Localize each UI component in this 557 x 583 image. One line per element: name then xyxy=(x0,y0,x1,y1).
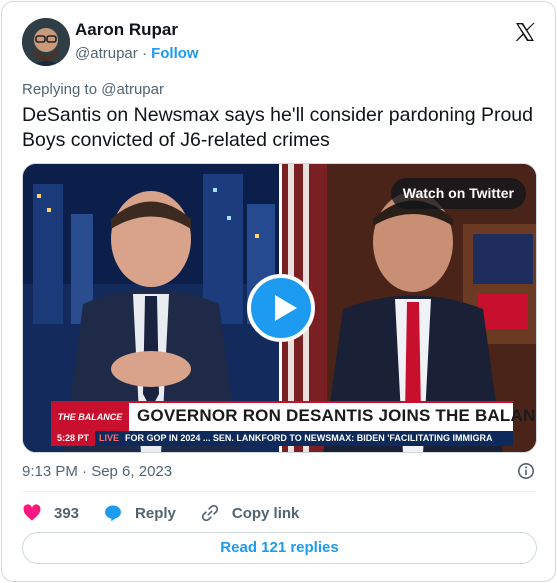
chyron-logo: THE BALANCE xyxy=(51,401,129,434)
ticker-live: LIVE xyxy=(99,433,120,443)
chyron-headline: GOVERNOR RON DESANTIS JOINS THE BALANCE xyxy=(137,406,537,425)
news-chyron: THE BALANCE GOVERNOR RON DESANTIS JOINS … xyxy=(51,401,536,434)
ticker-time: 5:28 PT xyxy=(51,431,96,446)
author-handle-row: @atrupar · Follow xyxy=(75,45,199,62)
reply-bubble-icon xyxy=(105,505,121,522)
reply-label: Reply xyxy=(135,504,176,522)
tweet-text: DeSantis on Newsmax says he'll consider … xyxy=(22,104,533,151)
tweet-timestamp[interactable]: 9:13 PM · Sep 6, 2023 xyxy=(22,463,172,480)
info-icon[interactable] xyxy=(517,462,535,480)
heart-icon xyxy=(23,504,41,521)
news-ticker: 5:28 PT LIVE FOR GOP IN 2024 ... SEN. LANK… xyxy=(51,431,513,446)
reply-button[interactable]: Reply xyxy=(103,503,176,523)
author-handle[interactable]: @atrupar xyxy=(75,45,138,62)
video-player[interactable]: Watch on Twitter THE BALANCE GOVERNOR RO… xyxy=(22,163,537,453)
read-replies-button[interactable]: Read 121 replies xyxy=(22,532,537,564)
copy-link-label: Copy link xyxy=(231,504,300,522)
author-name[interactable]: Aaron Rupar xyxy=(75,20,178,40)
like-count: 393 xyxy=(54,504,80,522)
x-logo-icon[interactable] xyxy=(513,20,537,44)
follow-button[interactable]: Follow xyxy=(151,45,199,62)
link-icon xyxy=(201,504,218,522)
copy-link-button[interactable]: Copy link xyxy=(200,503,300,523)
separator-dot: · xyxy=(141,45,152,62)
tweet-card: Aaron Rupar @atrupar · Follow Replying t… xyxy=(1,1,556,582)
replying-to[interactable]: Replying to @atrupar xyxy=(22,81,164,98)
play-icon xyxy=(275,295,297,321)
ticker-text: FOR GOP IN 2024 ... SEN. LANKFORD TO NEW… xyxy=(125,433,493,443)
watch-on-twitter-button[interactable]: Watch on Twitter xyxy=(390,178,526,209)
like-button[interactable]: 393 xyxy=(22,503,79,523)
action-bar: 393 Reply Copy link xyxy=(22,502,323,524)
divider xyxy=(22,491,537,492)
play-button[interactable] xyxy=(247,274,315,342)
avatar[interactable] xyxy=(22,18,70,66)
